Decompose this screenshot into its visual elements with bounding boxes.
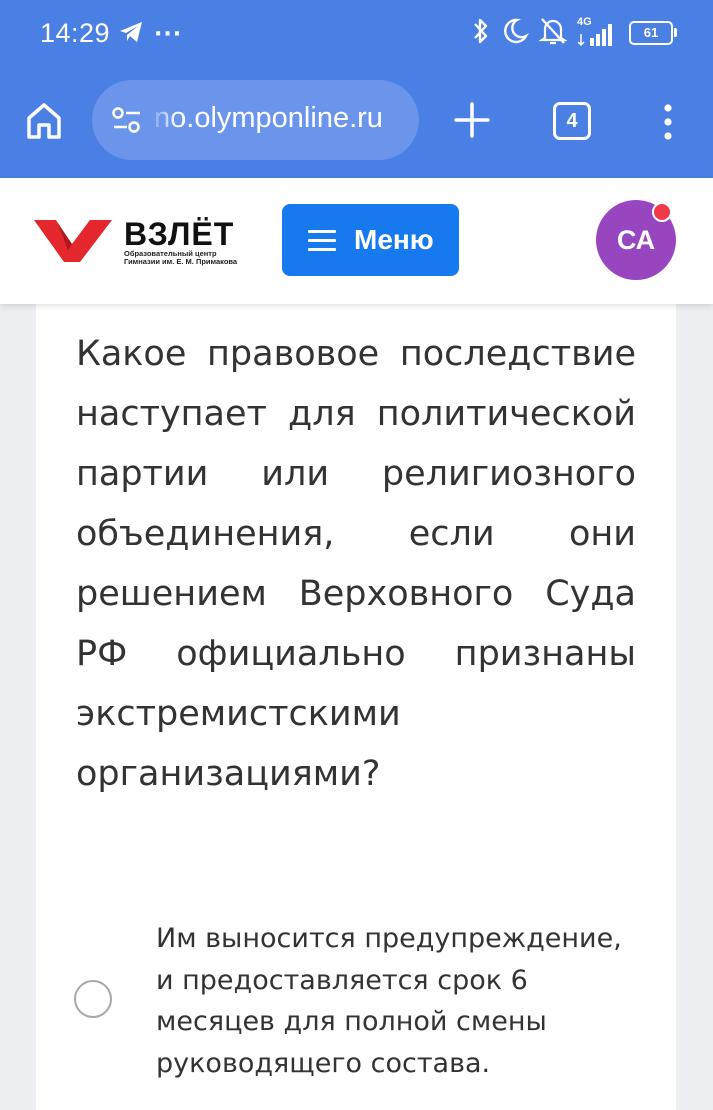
more-notifications-icon: ··· <box>154 21 183 47</box>
address-bar[interactable]: no.olymponline.ru <box>92 80 419 160</box>
url-text[interactable]: no.olymponline.ru <box>154 102 383 135</box>
option-radio[interactable] <box>74 980 112 1018</box>
kebab-menu-icon[interactable] <box>660 102 676 142</box>
signal-icon: 4G <box>577 16 619 48</box>
status-notifications: ··· <box>118 20 182 48</box>
url-fade <box>148 80 178 160</box>
menu-button[interactable]: Меню <box>282 204 459 276</box>
option-label[interactable]: Им выносится предупреждение, и предостав… <box>156 918 636 1084</box>
telegram-icon <box>118 20 144 48</box>
logo-subtitle: Образовательный центр Гимназии им. Е. М.… <box>124 250 237 266</box>
notification-dot <box>652 202 672 222</box>
logo-subtitle-line: Гимназии им. Е. М. Примакова <box>124 257 238 266</box>
do-not-disturb-icon <box>501 17 529 49</box>
status-time: 14:29 <box>40 18 111 48</box>
logo-title: ВЗЛЁТ <box>124 216 235 252</box>
plus-icon <box>454 102 490 138</box>
question-card: Какое правовое последствие наступает для… <box>36 304 676 1110</box>
bluetooth-icon <box>471 16 491 50</box>
menu-label: Меню <box>354 224 434 255</box>
hamburger-icon <box>308 224 336 257</box>
question-text: Какое правовое последствие наступает для… <box>76 334 636 794</box>
site-settings-icon[interactable] <box>110 105 144 139</box>
home-icon[interactable] <box>24 100 64 142</box>
site-header: ВЗЛЁТ Образовательный центр Гимназии им.… <box>0 178 713 304</box>
status-bar: 14:29 ··· 4G 61 <box>0 0 713 70</box>
browser-toolbar: no.olymponline.ru 4 <box>0 70 713 178</box>
logo-mark-icon[interactable] <box>34 214 114 268</box>
new-tab-button[interactable] <box>452 100 492 140</box>
tab-switcher-button[interactable]: 4 <box>553 102 591 140</box>
status-indicators: 4G 61 <box>471 16 677 50</box>
battery-icon: 61 <box>629 21 677 45</box>
bell-off-icon <box>538 16 568 50</box>
